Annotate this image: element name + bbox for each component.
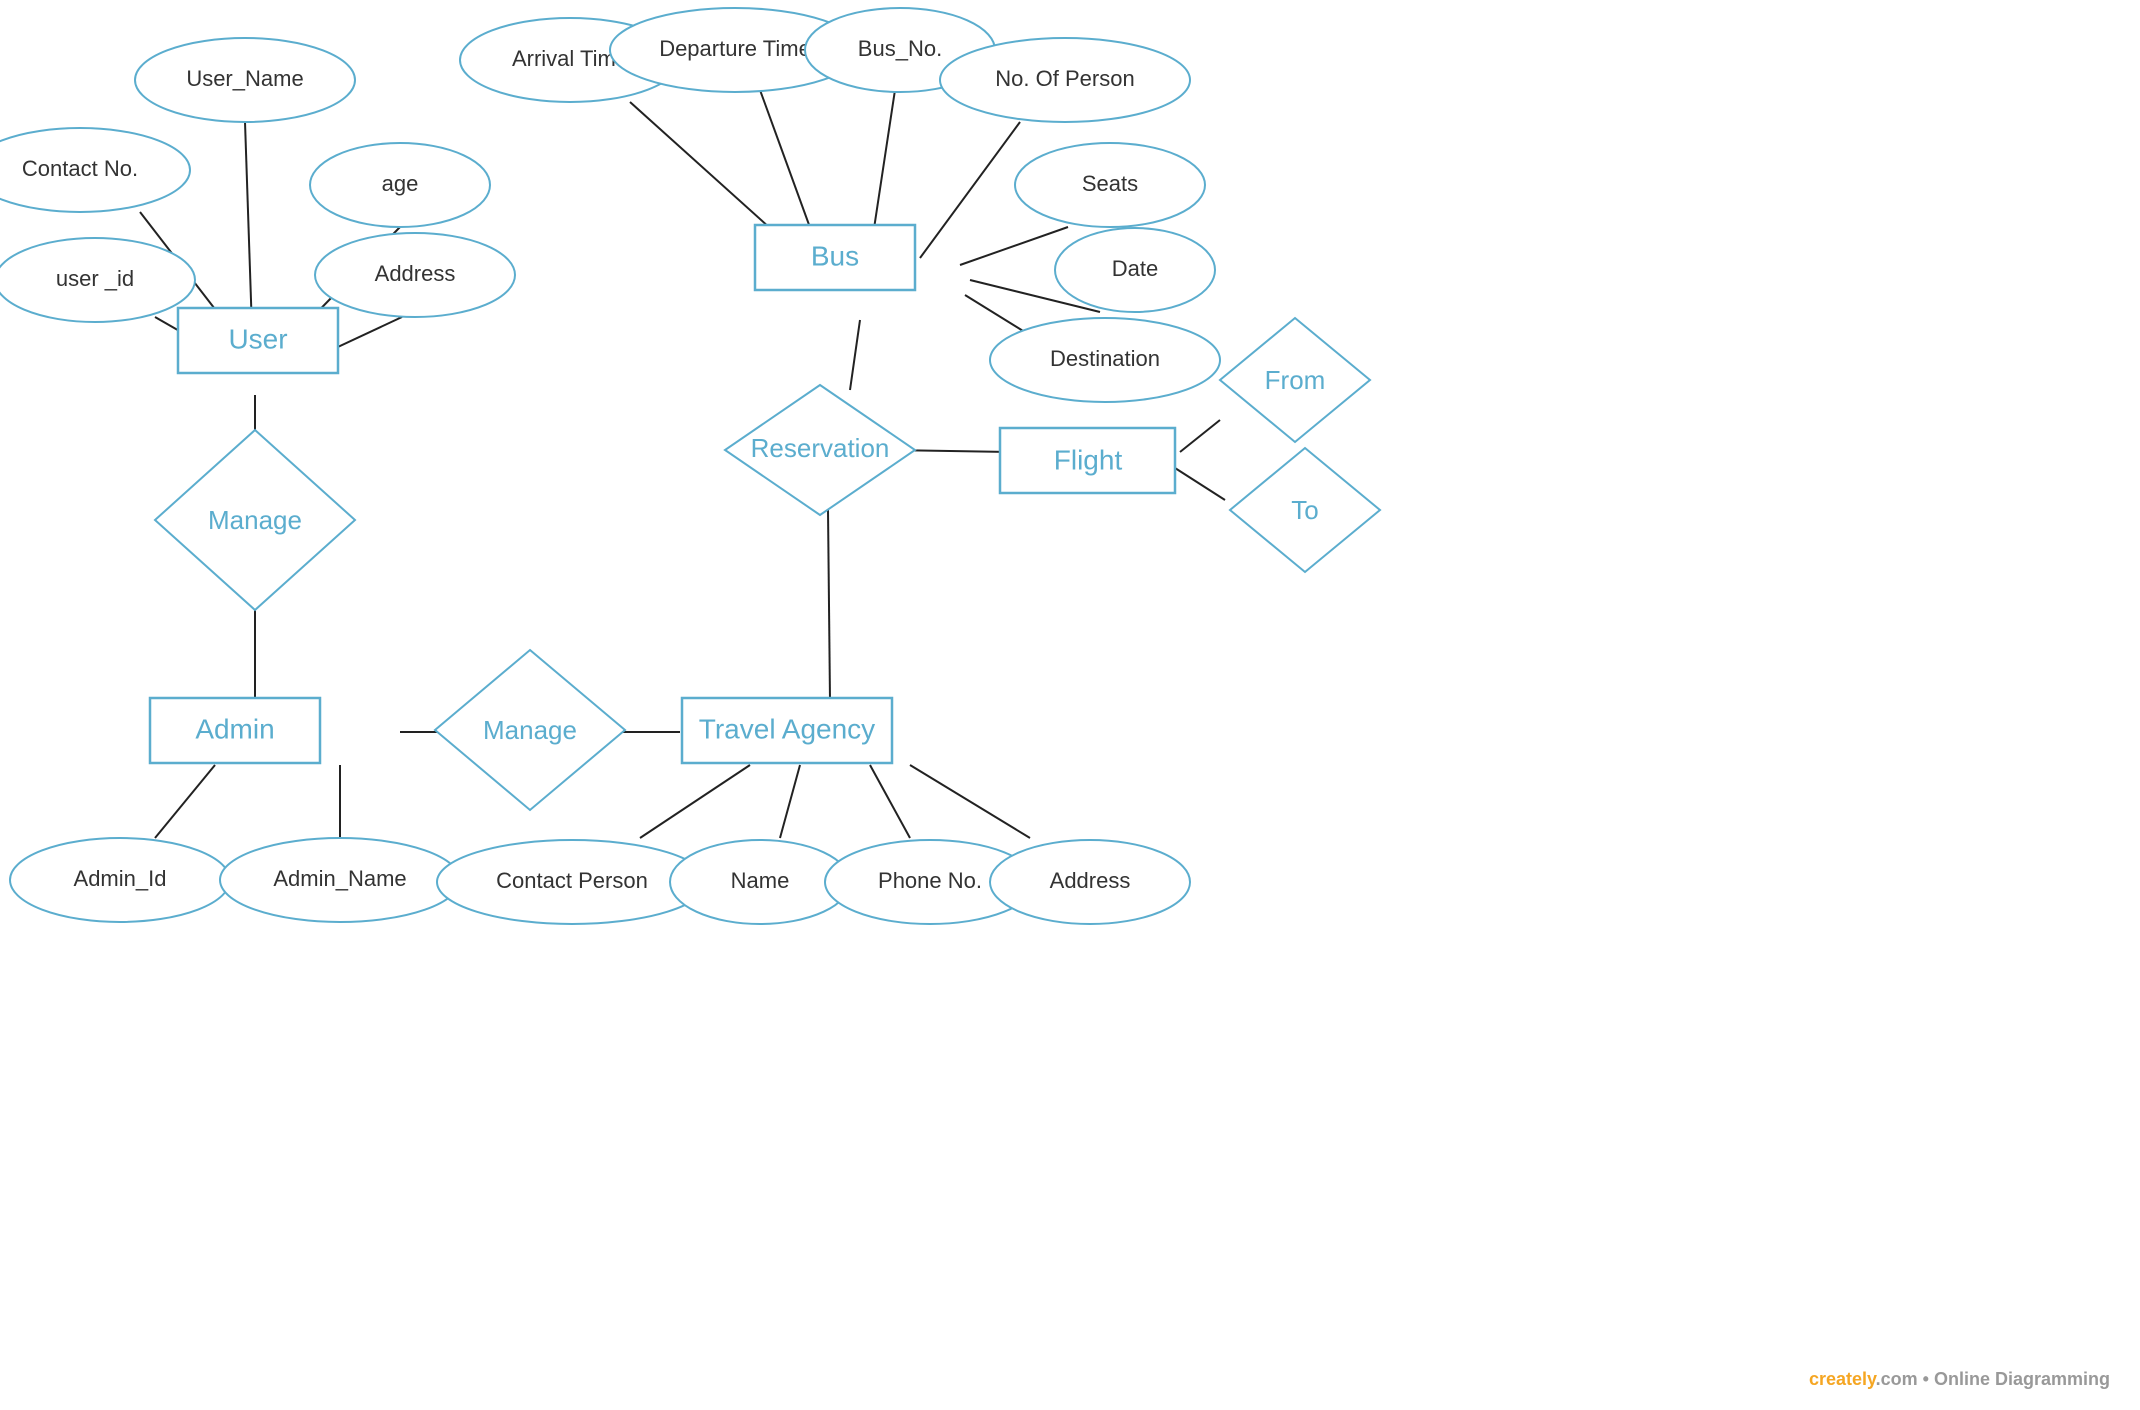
bus-label: Bus — [811, 240, 859, 271]
entity-bus: Bus — [755, 225, 915, 290]
relationship-manage-user: Manage — [155, 430, 355, 610]
attr-destination-text: Destination — [1050, 346, 1160, 371]
entity-flight: Flight — [1000, 428, 1175, 493]
attr-address-user-text: Address — [375, 261, 456, 286]
admin-label: Admin — [195, 713, 274, 744]
user-label: User — [228, 323, 287, 354]
attr-name-ta-text: Name — [731, 868, 790, 893]
relationship-reservation: Reservation — [725, 385, 915, 515]
attr-phone-no-text: Phone No. — [878, 868, 982, 893]
attr-admin-name-text: Admin_Name — [273, 866, 406, 891]
attr-admin-id-text: Admin_Id — [74, 866, 167, 891]
attr-contact-person-text: Contact Person — [496, 868, 648, 893]
attr-date-text: Date — [1112, 256, 1158, 281]
watermark: creately.com • Online Diagramming — [1809, 1369, 2110, 1390]
reservation-label: Reservation — [751, 433, 890, 463]
attr-address-ta-text: Address — [1050, 868, 1131, 893]
manage-admin-label: Manage — [483, 715, 577, 745]
manage-user-label: Manage — [208, 505, 302, 535]
attr-no-of-person-text: No. Of Person — [995, 66, 1134, 91]
from-label: From — [1265, 365, 1326, 395]
attr-bus-no-text: Bus_No. — [858, 36, 942, 61]
attr-user-id-text: user _id — [56, 266, 134, 291]
attr-age-text: age — [382, 171, 419, 196]
relationship-to: To — [1230, 448, 1380, 572]
diagram-container: User Bus Flight Admin Travel Agency Use — [0, 0, 2140, 1410]
travel-agency-label: Travel Agency — [699, 713, 875, 744]
entity-admin: Admin — [150, 698, 320, 763]
watermark-brand: creately — [1809, 1369, 1876, 1389]
attr-contact-no-text: Contact No. — [22, 156, 138, 181]
attr-departure-time-text: Departure Time — [659, 36, 811, 61]
watermark-suffix: .com • Online Diagramming — [1876, 1369, 2110, 1389]
relationship-manage-admin: Manage — [435, 650, 625, 810]
attr-seats-text: Seats — [1082, 171, 1138, 196]
entity-travel-agency: Travel Agency — [682, 698, 892, 763]
attr-user-name-text: User_Name — [186, 66, 303, 91]
to-label: To — [1291, 495, 1318, 525]
er-diagram-svg: User Bus Flight Admin Travel Agency Use — [0, 0, 2140, 1410]
flight-label: Flight — [1054, 444, 1123, 475]
relationship-from: From — [1220, 318, 1370, 442]
entity-user: User — [178, 308, 338, 373]
